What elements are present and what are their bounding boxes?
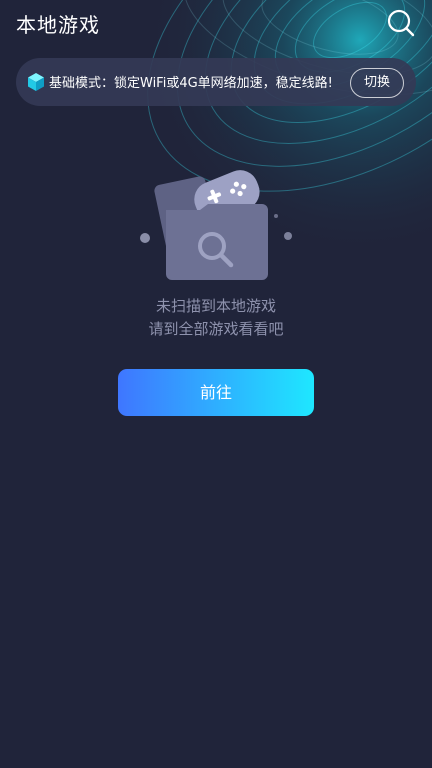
mode-notice-bar: 基础模式：锁定WiFi或4G单网络加速，稳定线路! 切换 <box>16 58 416 106</box>
empty-state-message: 未扫描到本地游戏 <box>155 297 276 315</box>
page-title: 本地游戏 <box>16 13 100 37</box>
mode-notice-text: 基础模式：锁定WiFi或4G单网络加速，稳定线路! <box>49 76 333 91</box>
app-header: 本地游戏 <box>0 0 432 50</box>
empty-state-hint: 请到全部游戏看看吧 <box>148 320 284 338</box>
cube-icon <box>28 73 44 91</box>
go-button[interactable]: 前往 <box>118 369 314 416</box>
switch-mode-button[interactable]: 切换 <box>350 68 404 98</box>
search-button[interactable] <box>386 8 416 38</box>
search-icon <box>387 9 415 37</box>
empty-folder-illustration <box>140 170 292 280</box>
